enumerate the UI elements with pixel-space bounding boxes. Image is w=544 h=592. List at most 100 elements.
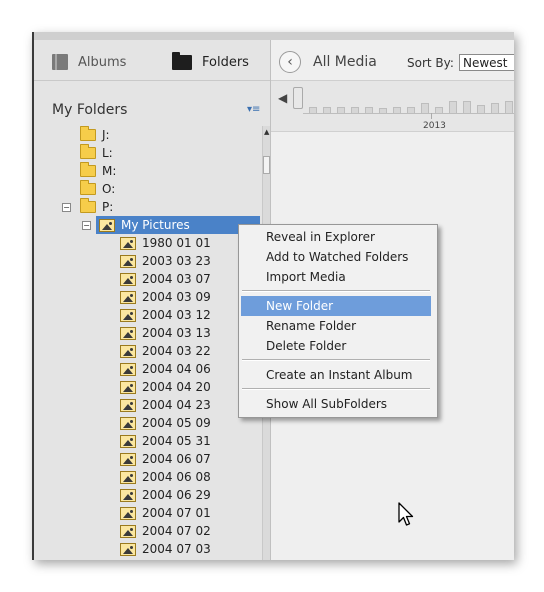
drive-label: J: [102,128,110,142]
sort-by-select[interactable]: Newest [459,54,514,71]
folder-icon [80,198,96,213]
menu-separator [242,359,430,361]
drive-label: P: [102,200,114,214]
tree-subfolder[interactable]: 2004 07 03 [120,540,211,558]
menu-item-add-to-watched-folders[interactable]: Add to Watched Folders [241,247,431,267]
picture-folder-icon [120,308,136,322]
tab-folders-label: Folders [202,54,249,70]
picture-folder-icon [120,416,136,430]
tree-subfolder[interactable]: 2004 03 22 [120,342,211,360]
subfolder-label: 2004 03 13 [142,326,211,340]
picture-folder-icon [120,326,136,340]
tree-subfolder[interactable]: 2004 03 12 [120,306,211,324]
tree-drive-l[interactable]: L: [80,144,113,162]
picture-folder-icon [120,380,136,394]
panel-title: My Folders [52,102,128,118]
folder-icon [80,144,96,159]
picture-folder-icon [120,542,136,556]
window-top-strip [34,32,514,40]
timeline-axis [303,113,514,114]
album-book-icon [52,54,68,70]
timeline-bar [421,103,429,113]
collapse-toggle-icon[interactable]: − [62,203,71,212]
menu-item-reveal-in-explorer[interactable]: Reveal in Explorer [241,227,431,247]
media-toolbar: ‹ All Media Sort By: Newest [271,40,514,81]
folder-icon [80,180,96,195]
folder-icon [80,162,96,177]
collapse-toggle-icon[interactable]: − [82,221,91,230]
tree-subfolder[interactable]: 2004 07 01 [120,504,211,522]
scroll-up-icon[interactable]: ▲ [264,128,269,136]
menu-item-create-instant-album[interactable]: Create an Instant Album [241,365,431,385]
timeline-bars [303,91,514,113]
menu-item-rename-folder[interactable]: Rename Folder [241,316,431,336]
tree-subfolder[interactable]: 2004 06 07 [120,450,211,468]
tree-folder-my-pictures[interactable]: My Pictures [96,216,260,234]
tree-subfolder[interactable]: 1980 01 01 [120,234,211,252]
menu-item-show-all-subfolders[interactable]: Show All SubFolders [241,394,431,414]
tree-drive-m[interactable]: M: [80,162,116,180]
tree-subfolder[interactable]: 2004 06 29 [120,486,211,504]
timeline-bar [477,105,485,113]
tree-drive-o[interactable]: O: [80,180,115,198]
panel-tabs: Albums Folders [34,40,270,81]
picture-folder-icon [120,290,136,304]
picture-folder-icon [120,398,136,412]
menu-item-import-media[interactable]: Import Media [241,267,431,287]
drive-label: L: [102,146,113,160]
subfolder-label: 2004 06 29 [142,488,211,502]
back-button[interactable]: ‹ [279,51,301,73]
tree-drive-p[interactable]: P: [80,198,113,216]
menu-separator [242,388,430,390]
picture-folder-icon [120,488,136,502]
tree-subfolder[interactable]: 2004 04 20 [120,378,211,396]
folder-icon [172,51,192,70]
subfolder-label: 2004 03 09 [142,290,211,304]
subfolder-label: 2003 03 23 [142,254,211,268]
picture-folder-icon [120,524,136,538]
folder-context-menu: Reveal in Explorer Add to Watched Folder… [238,224,438,418]
tree-subfolder[interactable]: 2004 06 08 [120,468,211,486]
tree-subfolder[interactable]: 2004 04 06 [120,360,211,378]
sort-by-label: Sort By: [407,56,454,70]
menu-item-delete-folder[interactable]: Delete Folder [241,336,431,356]
tree-subfolder[interactable]: 2004 07 02 [120,522,211,540]
timeline[interactable]: ◀ 2013 [271,81,514,132]
subfolder-label: 2004 03 22 [142,344,211,358]
left-panel: Albums Folders My Folders ▾≡ J: L: M: O:… [34,40,271,560]
subfolder-label: 2004 03 07 [142,272,211,286]
picture-folder-icon [120,344,136,358]
menu-separator [242,290,430,292]
tab-albums-label: Albums [78,54,127,70]
subfolder-label: 2004 07 01 [142,506,211,520]
picture-folder-icon [120,452,136,466]
drive-label: M: [102,164,117,178]
timeline-handle[interactable] [293,87,303,109]
scrollbar-thumb[interactable] [263,156,270,174]
menu-item-new-folder[interactable]: New Folder [241,296,431,316]
tree-subfolder[interactable]: 2004 03 07 [120,270,211,288]
view-options-icon[interactable]: ▾≡ [247,104,260,115]
tree-subfolder[interactable]: 2004 03 09 [120,288,211,306]
tab-folders[interactable]: Folders [172,51,249,72]
tree-subfolder[interactable]: 2004 05 31 [120,432,211,450]
tab-albums[interactable]: Albums [52,52,126,72]
tree-subfolder[interactable]: 2004 05 09 [120,414,211,432]
drive-label: O: [102,182,116,196]
subfolder-label: 2004 07 03 [142,542,211,556]
timeline-left-arrow-icon[interactable]: ◀ [278,91,287,105]
subfolder-label: 2004 05 09 [142,416,211,430]
picture-folder-icon [120,254,136,268]
tree-subfolder[interactable]: 2004 03 13 [120,324,211,342]
tree-drive-j[interactable]: J: [80,126,110,144]
tree-subfolder[interactable]: 2003 03 23 [120,252,211,270]
tree-subfolder[interactable]: 2004 04 23 [120,396,211,414]
timeline-bar [491,103,499,113]
subfolder-label: 2004 06 08 [142,470,211,484]
view-title[interactable]: All Media [313,54,377,70]
timeline-bar [505,101,513,113]
picture-folder-icon [99,218,115,232]
chevron-left-icon: ‹ [287,54,293,70]
subfolder-label: 2004 07 02 [142,524,211,538]
picture-folder-icon [120,272,136,286]
